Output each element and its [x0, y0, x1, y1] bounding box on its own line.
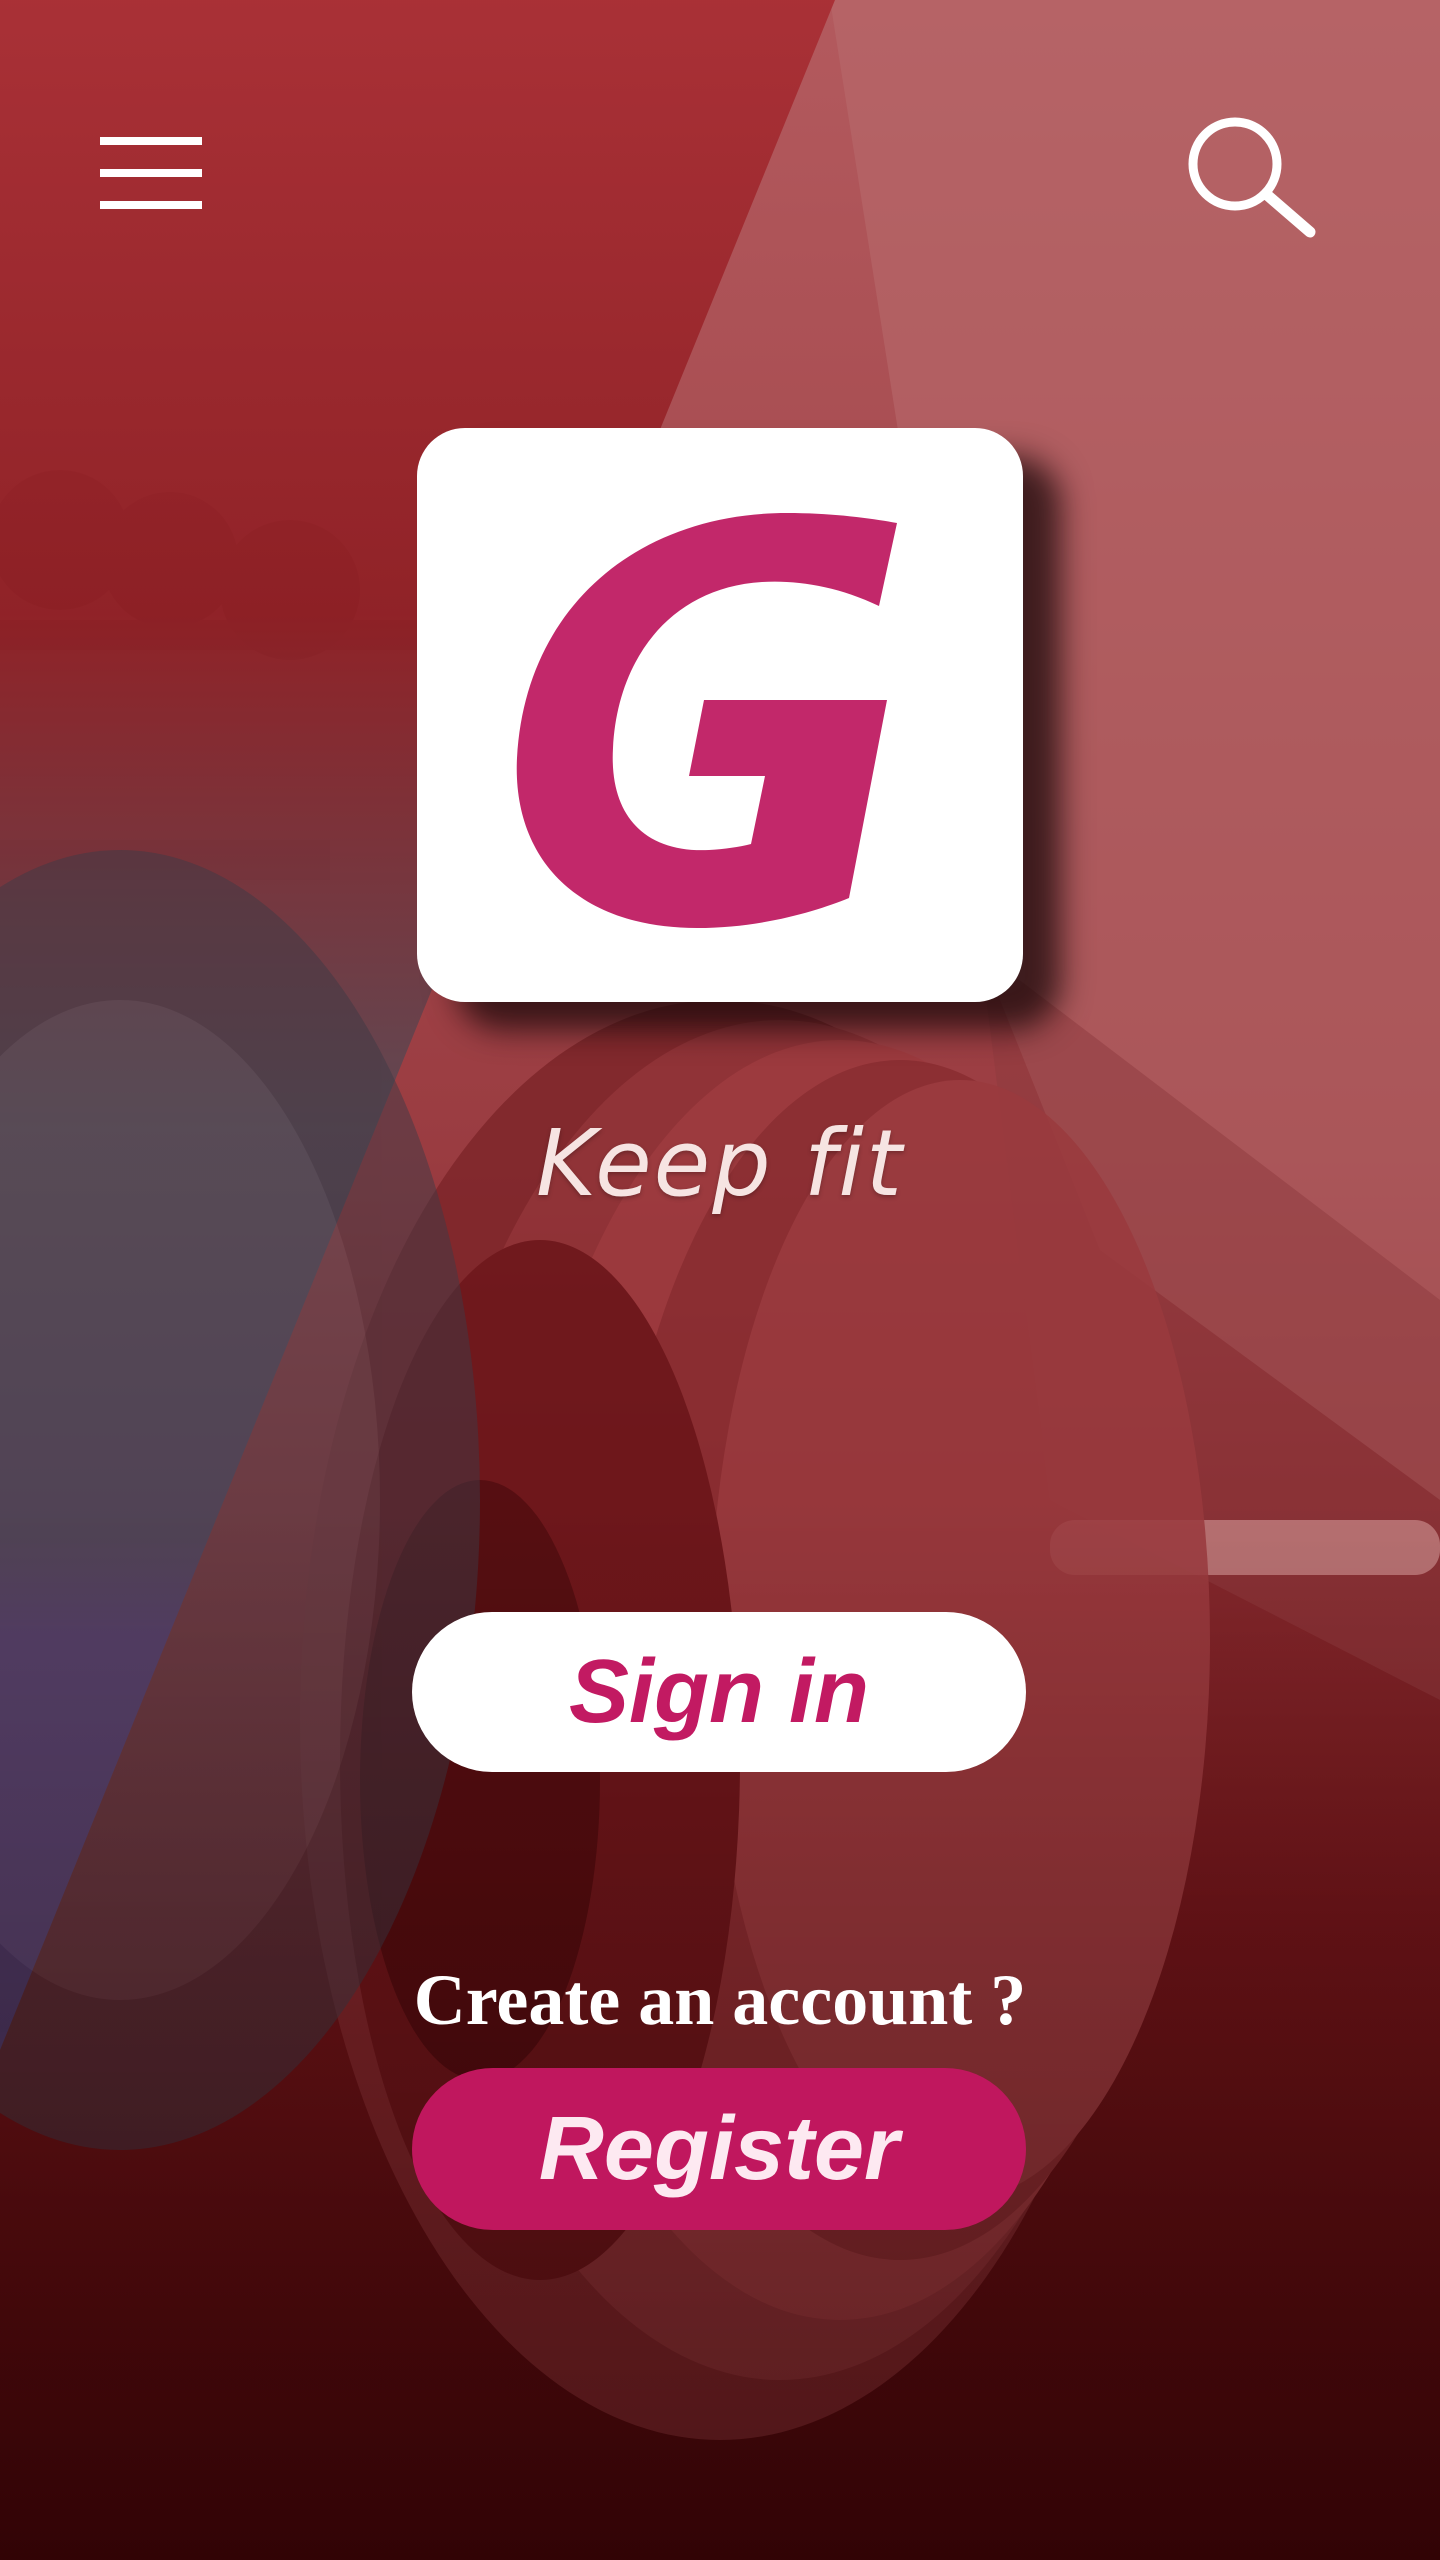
app-logo [417, 428, 1023, 1002]
menu-line [100, 137, 202, 145]
register-button[interactable]: Register [412, 2068, 1026, 2230]
create-account-prompt: Create an account ? [413, 1960, 1027, 2040]
logo-letter-g-icon [516, 513, 897, 928]
tagline: Keep fit [536, 1110, 904, 1217]
search-icon[interactable] [1180, 112, 1320, 242]
welcome-screen: Keep fit Sign in Create an account ? Reg… [0, 0, 1440, 2560]
menu-line [100, 169, 202, 177]
hamburger-menu-icon[interactable] [100, 135, 204, 211]
sign-in-button[interactable]: Sign in [412, 1612, 1026, 1772]
menu-line [100, 201, 202, 209]
